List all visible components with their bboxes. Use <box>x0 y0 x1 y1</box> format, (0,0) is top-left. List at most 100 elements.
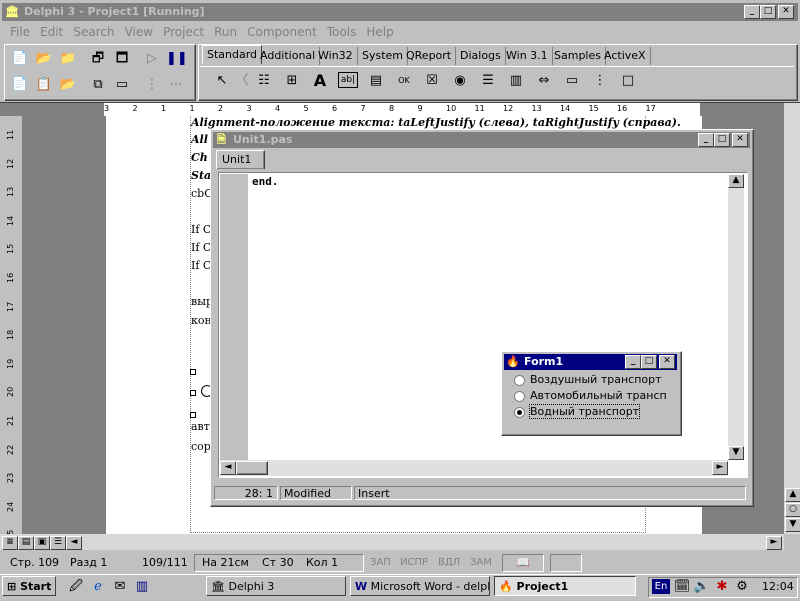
editor-minimize-icon[interactable]: _ <box>698 133 714 147</box>
editor-scroll-down-icon[interactable]: ▼ <box>728 446 744 460</box>
doc-line-10[interactable]: авт <box>191 420 210 433</box>
menu-item-tools[interactable]: Tools <box>327 25 357 39</box>
trace-into-icon[interactable]: ⋮ <box>142 76 162 94</box>
pointer-arrow-icon[interactable]: ↖ <box>212 72 232 90</box>
toggle-form-unit-icon[interactable]: ⧉ <box>88 76 108 94</box>
open-unit-icon[interactable]: 📂 <box>58 76 78 94</box>
editor-title-bar[interactable]: 🗎 Unit1.pas <box>213 132 750 148</box>
radiobutton-component-icon[interactable]: ◉ <box>450 72 470 90</box>
doc-line-1[interactable]: All <box>191 133 208 146</box>
form1-maximize-icon[interactable]: □ <box>641 355 657 369</box>
radio-option-0[interactable] <box>514 375 525 386</box>
menu-item-view[interactable]: View <box>125 25 153 39</box>
menu-item-edit[interactable]: Edit <box>40 25 63 39</box>
scroll-left-arrow-icon[interactable]: ◄ <box>66 536 82 550</box>
button-component-icon[interactable]: OK <box>394 72 414 90</box>
delphi-title-bar[interactable]: 🏛 Delphi 3 - Project1 [Running] <box>2 3 798 21</box>
show-desktop-icon[interactable]: 🖉 <box>66 578 86 596</box>
doc-line-6[interactable]: If C <box>191 241 211 254</box>
radio-label-2[interactable]: Водный транспорт <box>528 404 641 419</box>
combobox-component-icon[interactable]: ▥ <box>506 72 526 90</box>
new-form-icon[interactable]: ▭ <box>112 76 132 94</box>
online-view-icon[interactable]: ▤ <box>18 536 34 550</box>
editor-vscrollbar[interactable] <box>728 174 744 460</box>
palette-tab-standard[interactable]: Standard <box>202 45 263 64</box>
doc-line-2[interactable]: Ch <box>191 151 208 164</box>
status-ovr[interactable]: ЗАМ <box>470 555 492 571</box>
editor-close-icon[interactable]: ✕ <box>732 133 748 147</box>
menu-item-run[interactable]: Run <box>214 25 237 39</box>
doc-line-9[interactable]: кон <box>191 314 212 327</box>
code-text[interactable]: end. <box>252 175 279 188</box>
new-file-icon[interactable]: 📄 <box>10 50 30 68</box>
popupmenu-icon[interactable]: ⊞ <box>282 72 302 90</box>
task-delphi[interactable]: 🏛 Delphi 3 <box>206 576 346 596</box>
palette-tab-win-3-1[interactable]: Win 3.1 <box>502 47 553 65</box>
status-rec[interactable]: ЗАП <box>370 555 391 571</box>
menu-item-search[interactable]: Search <box>73 25 114 39</box>
form1-close-icon[interactable]: ✕ <box>659 355 675 369</box>
palette-tab-qreport[interactable]: QReport <box>402 47 457 65</box>
outline-view-icon[interactable]: ☰ <box>50 536 66 550</box>
radiogroup-component-icon[interactable]: ⋮ <box>590 72 610 90</box>
editor-scroll-left-icon[interactable]: ◄ <box>220 461 236 475</box>
tray-app-icon[interactable]: ✱ <box>712 578 732 596</box>
save-all-icon[interactable]: 🗗 <box>88 50 108 68</box>
menu-item-help[interactable]: Help <box>366 25 393 39</box>
remove-file-icon[interactable]: 📋 <box>34 76 54 94</box>
edit-component-icon[interactable]: ab| <box>338 72 358 88</box>
editor-tab-unit1[interactable]: Unit1 <box>216 150 265 169</box>
menu-item-file[interactable]: File <box>10 25 30 39</box>
menu-item-component[interactable]: Component <box>247 25 317 39</box>
menu-item-project[interactable]: Project <box>163 25 204 39</box>
doc-line-0[interactable]: Alignment-положение текста: taLeftJustif… <box>191 116 681 129</box>
palette-tab-system[interactable]: System <box>358 47 409 65</box>
outlook-icon[interactable]: ✉ <box>110 578 130 596</box>
word-horizontal-scrollbar[interactable] <box>0 534 784 550</box>
palette-tab-additional[interactable]: Additional <box>256 47 321 65</box>
save-icon[interactable]: 🗖 <box>112 50 132 68</box>
palette-tab-samples[interactable]: Samples <box>550 47 606 65</box>
radio-option-1[interactable] <box>514 391 525 402</box>
editor-hscroll-thumb[interactable] <box>236 461 268 475</box>
run-icon[interactable]: ▷ <box>142 50 162 68</box>
palette-tab-win32[interactable]: Win32 <box>314 47 358 65</box>
task-word[interactable]: W Microsoft Word - delphi <box>350 576 490 596</box>
spelling-book-icon[interactable]: 📖 <box>502 554 544 572</box>
scroll-up-arrow-icon[interactable]: ▲ <box>785 488 800 502</box>
doc-line-3[interactable]: Sta <box>191 169 211 182</box>
scrollbar-component-icon[interactable]: ⇔ <box>534 72 554 90</box>
scheduler-icon[interactable]: 🗓 <box>672 578 692 596</box>
network-icon[interactable]: ⚙ <box>732 578 752 596</box>
open-icon[interactable]: 📁 <box>58 50 78 68</box>
editor-scroll-right-icon[interactable]: ► <box>712 461 728 475</box>
radio-label-0[interactable]: Воздушный транспорт <box>530 373 662 386</box>
memo-component-icon[interactable]: ▤ <box>366 72 386 90</box>
start-button[interactable]: ⊞ Start <box>2 576 56 596</box>
pause-icon[interactable]: ❚❚ <box>166 50 188 68</box>
language-indicator[interactable]: En <box>652 579 670 594</box>
status-trk[interactable]: ИСПР <box>400 555 428 571</box>
normal-view-icon[interactable]: ≡ <box>2 536 18 550</box>
prev-page-icon[interactable]: ○ <box>785 503 800 517</box>
word-vertical-scrollbar[interactable] <box>784 102 800 534</box>
palette-tab-activex[interactable]: ActiveX <box>600 47 651 65</box>
open-project-icon[interactable]: 📂 <box>34 50 54 68</box>
mainmenu-icon[interactable]: ☷ <box>254 72 274 90</box>
volume-icon[interactable]: 🔈 <box>692 578 712 596</box>
scroll-down-arrow-icon[interactable]: ▼ <box>785 518 800 532</box>
page-layout-view-icon[interactable]: ▣ <box>34 536 50 550</box>
scroll-right-arrow-icon[interactable]: ► <box>766 536 782 550</box>
palette-tab-dialogs[interactable]: Dialogs <box>456 47 506 65</box>
editor-scroll-up-icon[interactable]: ▲ <box>728 174 744 188</box>
radio-label-1[interactable]: Автомобильный транспорт <box>530 389 667 402</box>
channels-icon[interactable]: ▥ <box>132 578 152 596</box>
doc-line-7[interactable]: If C <box>191 259 211 272</box>
clock[interactable]: 12:04 <box>762 580 794 593</box>
close-icon[interactable]: ✕ <box>778 5 794 19</box>
step-over-icon[interactable]: ⋯ <box>166 76 186 94</box>
add-file-icon[interactable]: 📄 <box>10 76 30 94</box>
label-component-icon[interactable]: A <box>310 72 330 90</box>
checkbox-component-icon[interactable]: ☒ <box>422 72 442 90</box>
editor-maximize-icon[interactable]: □ <box>714 133 730 147</box>
